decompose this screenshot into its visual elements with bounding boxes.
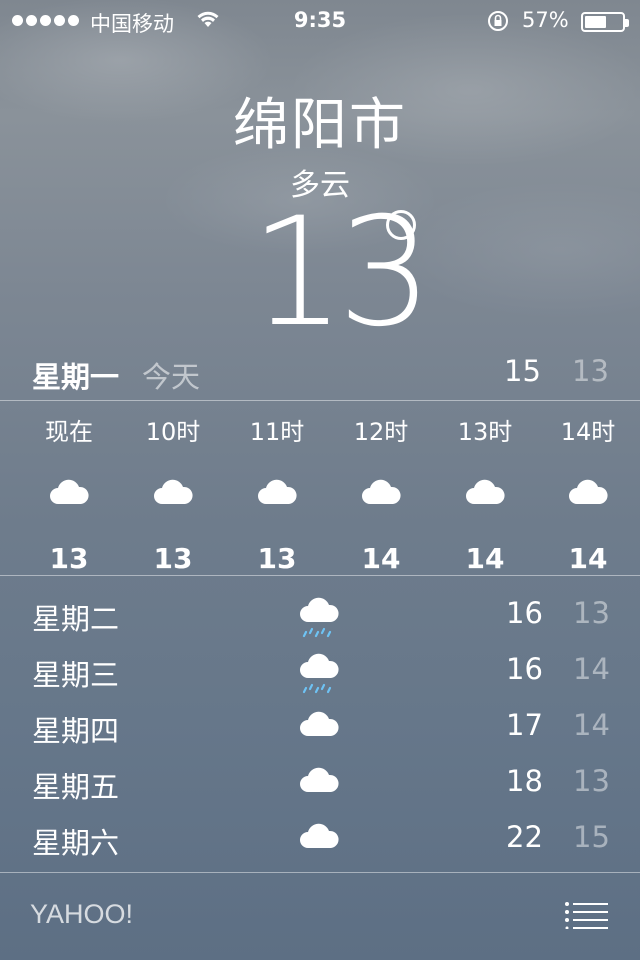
hour-label: 10时 — [145, 418, 201, 446]
footer: YAHOO! — [0, 873, 640, 960]
hour-temp: 14 — [568, 542, 608, 575]
hour-label: 13时 — [457, 418, 513, 446]
daily-row: 星期四 17 14 — [0, 702, 640, 758]
battery-percentage: 57% — [522, 8, 569, 32]
hour-label: 12时 — [353, 418, 409, 446]
cloud-icon — [300, 823, 339, 848]
daily-day: 星期五 — [32, 770, 120, 804]
yahoo-logo-link[interactable]: YAHOO! — [30, 899, 133, 930]
cloud-icon — [362, 479, 401, 504]
daily-low: 14 — [573, 708, 610, 742]
today-low: 13 — [572, 354, 609, 388]
hour-item: 11时 13 — [225, 402, 329, 575]
daily-high: 16 — [506, 596, 543, 630]
hour-label: 11时 — [249, 418, 305, 446]
daily-day: 星期六 — [32, 826, 120, 860]
daily-low: 13 — [573, 596, 610, 630]
hour-temp: 13 — [49, 542, 89, 575]
daily-row: 星期六 22 15 — [0, 814, 640, 870]
daily-row: 星期三 16 14 — [0, 646, 640, 702]
divider — [0, 400, 640, 401]
today-day: 星期一 — [32, 360, 120, 394]
rotation-lock-icon — [488, 11, 508, 31]
daily-low: 15 — [573, 820, 610, 854]
hour-label: 14时 — [560, 418, 616, 446]
degree-symbol — [386, 210, 416, 240]
hour-temp: 13 — [257, 542, 297, 575]
hour-temp: 14 — [361, 542, 401, 575]
daily-low: 13 — [573, 764, 610, 798]
list-icon[interactable] — [564, 901, 608, 929]
daily-low: 14 — [573, 652, 610, 686]
hour-item: 12时 14 — [329, 402, 433, 575]
daily-high: 17 — [506, 708, 543, 742]
status-bar: 中国移动 9:35 57% — [0, 0, 640, 40]
cloud-icon — [466, 479, 505, 504]
hour-item: 14时 14 — [536, 402, 640, 575]
hour-temp: 14 — [465, 542, 505, 575]
divider — [0, 575, 640, 576]
hour-item: 13时 14 — [433, 402, 537, 575]
cloud-icon — [50, 479, 89, 504]
daily-day: 星期二 — [32, 602, 120, 636]
cloud-icon — [154, 479, 193, 504]
city-name: 绵阳市 — [233, 93, 407, 158]
daily-high: 16 — [506, 652, 543, 686]
battery-icon — [581, 12, 629, 32]
daily-day: 星期三 — [32, 658, 120, 692]
current-temperature: 13 — [250, 186, 433, 360]
daily-day: 星期四 — [32, 714, 120, 748]
daily-row: 星期五 18 13 — [0, 758, 640, 814]
rain-cloud-icon — [300, 597, 339, 638]
hourly-forecast[interactable]: 现在 13 10时 13 11时 13 12时 14 13时 14 14时 14 — [0, 402, 640, 575]
today-high: 15 — [504, 354, 541, 388]
daily-row: 星期二 16 13 — [0, 590, 640, 646]
today-label: 今天 — [142, 360, 201, 394]
cloud-icon — [300, 767, 339, 792]
daily-high: 22 — [506, 820, 543, 854]
cloud-icon — [300, 711, 339, 736]
cloud-icon — [258, 479, 297, 504]
hour-item: 现在 13 — [17, 402, 121, 575]
cloud-icon — [569, 479, 608, 504]
today-row: 星期一 今天 15 13 — [0, 350, 640, 394]
hour-item: 10时 13 — [121, 402, 225, 575]
hour-temp: 13 — [153, 542, 193, 575]
rain-cloud-icon — [300, 653, 339, 694]
hour-label: 现在 — [45, 418, 93, 446]
daily-high: 18 — [506, 764, 543, 798]
